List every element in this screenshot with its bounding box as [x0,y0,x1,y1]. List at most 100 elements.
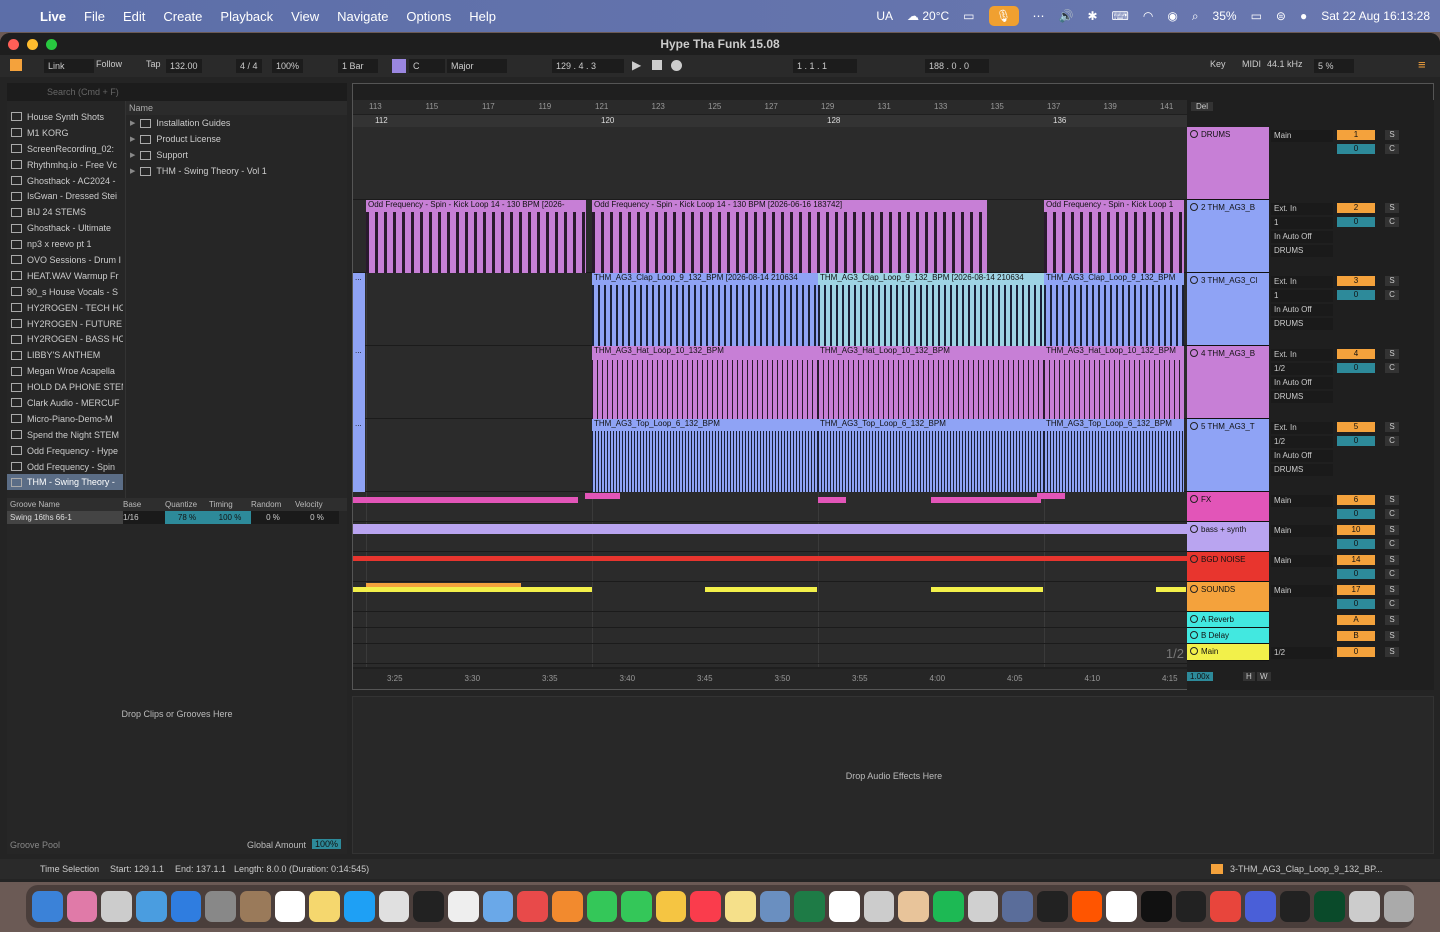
track-activator[interactable]: 3 [1337,276,1375,286]
audio-clip[interactable]: ... [353,273,365,346]
fold-icon[interactable] [1190,203,1198,211]
lane-kick[interactable]: Odd Frequency - Spin - Kick Loop 14 - 13… [353,200,1188,273]
dock-app-icon[interactable] [378,891,410,922]
song-position[interactable]: 129 . 4 . 3 [552,59,624,73]
io-io1[interactable]: Ext. In [1271,349,1333,361]
dock-app-icon[interactable] [1314,891,1345,922]
dock-app-icon[interactable] [170,891,202,922]
lane-fx[interactable] [353,492,1188,522]
fold-icon[interactable] [1190,631,1198,639]
center-button[interactable]: C [1385,436,1399,446]
dock-app-icon[interactable] [32,891,63,922]
audio-clip[interactable]: THM_AG3_Top_Loop_6_132_BPM [592,419,818,492]
track-header[interactable]: 2 THM_AG3_B [1187,200,1269,273]
io-io2[interactable]: 1/2 [1271,363,1333,375]
dock-app-icon[interactable] [863,891,895,922]
place-item[interactable]: Odd Frequency - Spin [7,459,123,475]
solo-button[interactable]: S [1385,585,1399,595]
track-activator[interactable]: B [1337,631,1375,641]
pan-field[interactable]: 0 [1337,436,1375,446]
dock-app-icon[interactable] [413,891,444,922]
io-io1[interactable]: Ext. In [1271,276,1333,288]
solo-button[interactable]: S [1385,555,1399,565]
w-button[interactable]: W [1257,672,1271,681]
grid-fraction[interactable]: 1/2 [1166,646,1184,661]
audio-clip[interactable]: THM_AG3_Clap_Loop_9_132_BPM [1044,273,1184,346]
track-header[interactable]: bass + synth [1187,522,1269,552]
place-item[interactable]: OVO Sessions - Drum I [7,252,123,268]
place-item[interactable]: 90_s House Vocals - S [7,284,123,300]
audio-clip[interactable]: THM_AG3_Hat_Loop_10_132_BPM [1044,346,1184,419]
track-lanes[interactable]: Odd Frequency - Spin - Kick Loop 14 - 13… [353,127,1188,667]
fold-icon[interactable] [1190,585,1198,593]
track-header[interactable]: FX [1187,492,1269,522]
zoom-field[interactable]: 100% [272,59,304,73]
dock-app-icon[interactable] [1175,891,1207,922]
place-item[interactable]: HOLD DA PHONE STEN [7,379,123,395]
locator-marker[interactable]: 128 [827,116,840,125]
siri-icon[interactable]: ● [1300,9,1307,23]
keyboard-icon[interactable]: ⌨ [1112,9,1129,23]
lane-main[interactable]: 1/2 [353,644,1188,664]
menu-help[interactable]: Help [469,9,496,24]
dock-app-icon[interactable] [447,891,479,922]
dock-app-icon[interactable] [1383,891,1415,922]
dock-app-icon[interactable] [101,891,132,922]
place-item[interactable]: House Synth Shots [7,109,123,125]
center-button[interactable]: C [1385,217,1399,227]
groove-timing[interactable]: 100 % [209,511,251,524]
list-item[interactable]: ▶ THM - Swing Theory - Vol 1 [126,163,347,179]
del-button[interactable]: Del [1191,102,1214,111]
menu-view[interactable]: View [291,9,319,24]
group-clip[interactable] [1156,587,1186,592]
solo-button[interactable]: S [1385,525,1399,535]
bluetooth-icon[interactable]: ✱ [1087,9,1097,23]
dock-app-icon[interactable] [725,891,756,922]
groove-row[interactable]: Swing 16ths 66-1 1/16 78 % 100 % 0 % 0 % [7,511,347,524]
place-item[interactable]: THM - Swing Theory - [7,474,123,491]
fold-icon[interactable] [1190,525,1198,533]
place-item[interactable]: Megan Wroe Acapella [7,363,123,379]
dock-app-icon[interactable] [274,891,306,922]
fold-icon[interactable] [1190,495,1198,503]
io-io1[interactable]: Main [1271,585,1333,597]
pan-field[interactable]: 0 [1337,290,1375,300]
loop-length[interactable]: 188 . 0 . 0 [925,59,989,73]
center-button[interactable]: C [1385,363,1399,373]
search-input[interactable]: Search (Cmd + F) [7,83,347,101]
dock-app-icon[interactable] [759,891,791,922]
group-clip[interactable] [931,587,1043,592]
lane-delay[interactable] [353,628,1188,644]
groove-name[interactable]: Swing 16ths 66-1 [7,511,123,524]
menu-navigate[interactable]: Navigate [337,9,388,24]
groove-velocity[interactable]: 0 % [295,511,339,524]
list-item[interactable]: ▶ Product License [126,131,347,147]
global-amount[interactable]: 100% [312,839,342,849]
zoom-readout[interactable]: 1.00x [1187,672,1213,681]
solo-button[interactable]: S [1385,631,1399,641]
dock-app-icon[interactable] [309,891,340,922]
volume-icon[interactable]: 🔊 [1059,9,1074,23]
io-io4[interactable]: DRUMS [1271,245,1333,257]
track-header[interactable]: 3 THM_AG3_Cl [1187,273,1269,346]
lane-top[interactable]: ... THM_AG3_Top_Loop_6_132_BPM THM_AG3_T… [353,419,1188,492]
dock-app-icon[interactable] [1002,891,1034,922]
menu-edit[interactable]: Edit [123,9,145,24]
dock-app-icon[interactable] [690,891,722,922]
minimize-button[interactable] [27,39,38,50]
audio-clip[interactable]: THM_AG3_Clap_Loop_9_132_BPM [2026-08-14 … [592,273,818,346]
scale-icon[interactable] [392,59,406,73]
mic-icon[interactable]: 🎙 [988,6,1019,26]
lane-hat[interactable]: ... THM_AG3_Hat_Loop_10_132_BPM THM_AG3_… [353,346,1188,419]
track-activator[interactable]: 6 [1337,495,1375,505]
warning-icon[interactable] [1211,864,1223,874]
record-icon[interactable] [671,60,682,71]
fold-icon[interactable] [1190,615,1198,623]
fold-icon[interactable] [1190,647,1198,655]
track-activator[interactable]: 17 [1337,585,1375,595]
io-io1[interactable]: Main [1271,555,1333,567]
fold-icon[interactable] [1190,422,1198,430]
dock-app-icon[interactable] [586,891,618,922]
user-icon[interactable]: ◉ [1167,9,1177,23]
view-toggle-icon[interactable] [10,59,22,71]
